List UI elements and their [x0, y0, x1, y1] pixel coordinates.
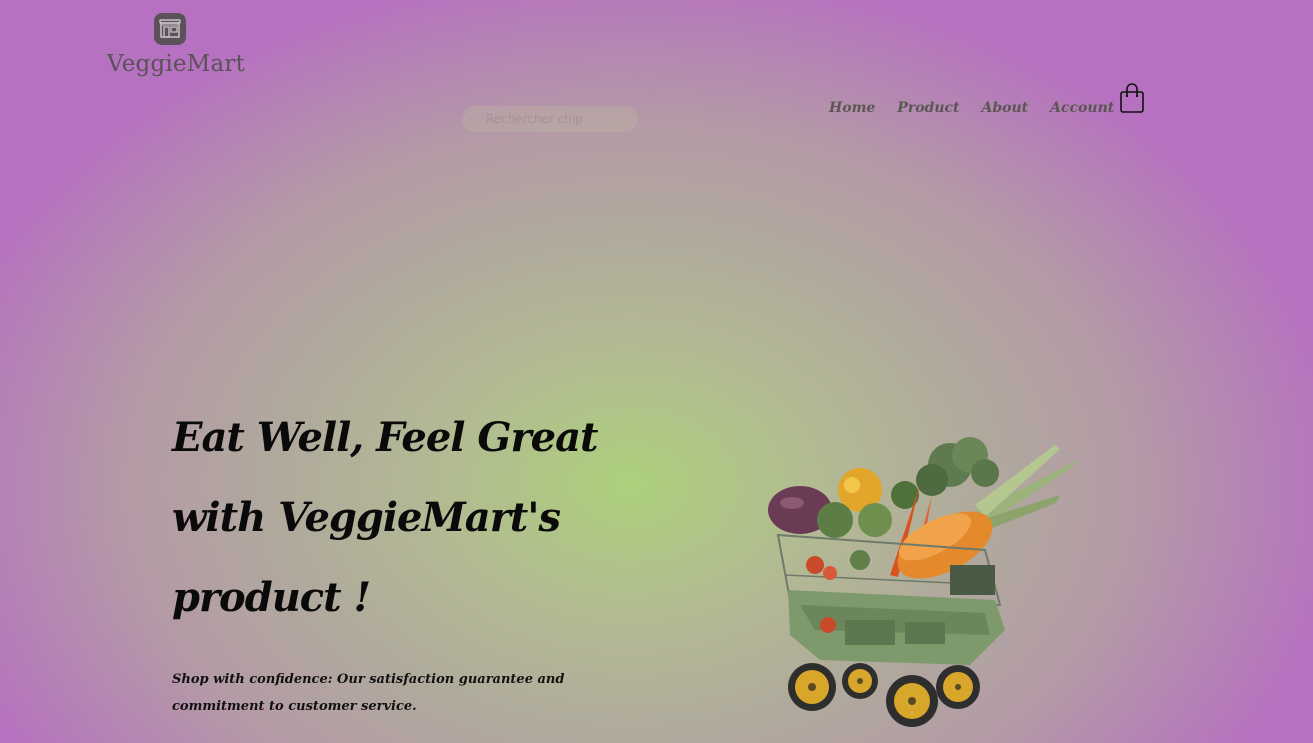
search-input[interactable]: [484, 111, 638, 127]
nav-home[interactable]: Home: [829, 97, 875, 119]
hero-subtitle-line: commitment to customer service.: [172, 699, 417, 714]
cart-button[interactable]: [1119, 82, 1145, 114]
hero-title-line: Eat Well, Feel Great: [172, 414, 598, 461]
vegetable-cart-illustration: [768, 437, 1078, 727]
main-nav: Home Product About Account: [829, 97, 1136, 119]
hero-subtitle: Shop with confidence: Our satisfaction g…: [172, 666, 572, 720]
hero-title-line: with VeggieMart's: [172, 494, 561, 541]
brand-name: VeggieMart: [107, 51, 246, 77]
search-icon: [468, 117, 472, 121]
nav-product[interactable]: Product: [897, 97, 959, 119]
hero-title: Eat Well, Feel Great with VeggieMart's p…: [172, 398, 692, 638]
hero-subtitle-line: Shop with confidence: Our satisfaction g…: [172, 672, 565, 687]
nav-account[interactable]: Account: [1050, 97, 1114, 119]
hero-title-line: product !: [172, 574, 371, 621]
search-bar[interactable]: [462, 106, 638, 132]
shopping-bag-icon: [1120, 83, 1144, 113]
storefront-icon: [154, 13, 186, 45]
nav-about[interactable]: About: [982, 97, 1029, 119]
brand-logo[interactable]: VeggieMart: [107, 13, 246, 79]
